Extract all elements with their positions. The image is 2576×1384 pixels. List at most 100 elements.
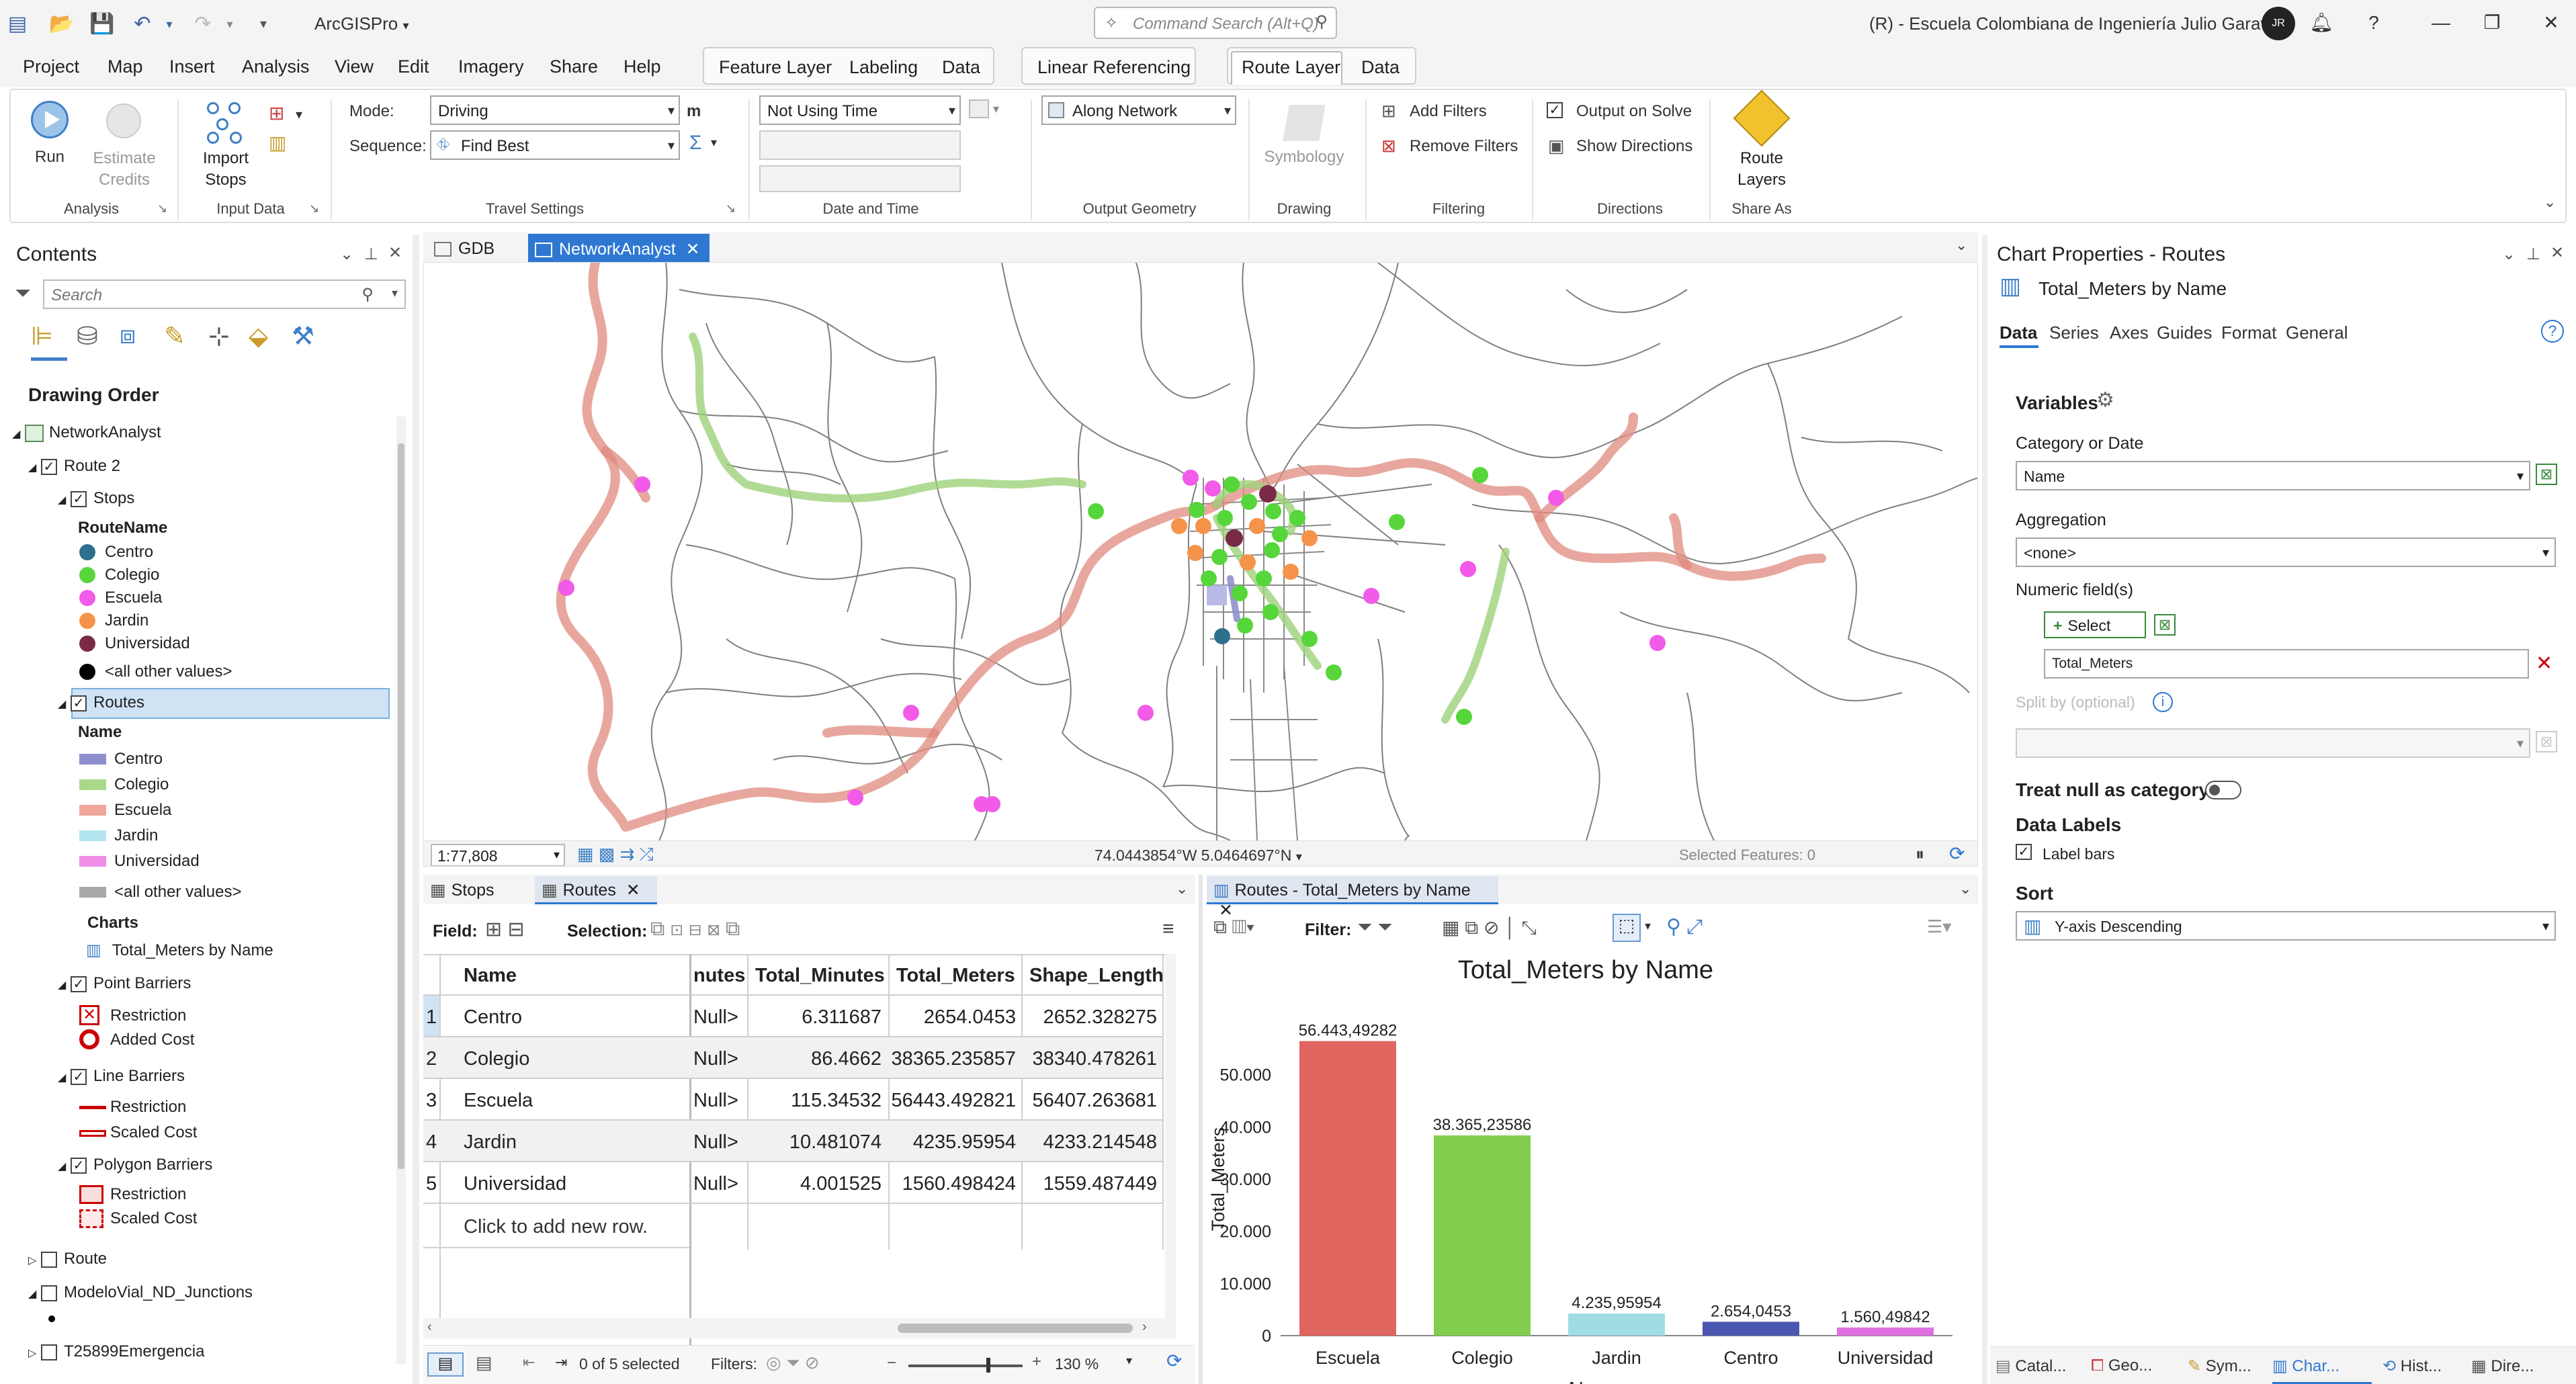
numeric-field-item[interactable]: Total_Meters (2044, 649, 2529, 679)
line-restriction-label[interactable]: Restriction (110, 1098, 186, 1117)
add-row-prompt[interactable]: Click to add new row. (464, 1216, 648, 1238)
remove-filters-button[interactable]: Remove Filters (1410, 137, 1518, 156)
field-calc-icon[interactable]: ▥ (269, 132, 286, 154)
tree-route2[interactable]: ◢ ✓ Route 2 (28, 457, 120, 476)
tab-linear-referencing[interactable]: Linear Referencing (1037, 57, 1191, 78)
clear-split-icon[interactable]: ⊠ (2536, 731, 2557, 752)
sort-select[interactable]: ▥ Y-axis Descending ▾ (2016, 911, 2556, 941)
table-cell[interactable]: 1560.498424 (890, 1173, 1016, 1195)
stop-label-colegio[interactable]: Colegio (105, 566, 159, 585)
table-cell[interactable]: Jardin (464, 1131, 517, 1154)
add-locations-dropdown-icon[interactable]: ▾ (296, 106, 302, 123)
table-cell[interactable]: Colegio (464, 1048, 529, 1070)
output-on-solve-label[interactable]: Output on Solve (1576, 102, 1692, 121)
scroll-left-icon[interactable]: ‹ (427, 1320, 432, 1335)
table-cell[interactable]: Universidad (464, 1173, 566, 1195)
route-label-jardin[interactable]: Jardin (114, 826, 158, 845)
time-select[interactable]: Not Using Time ▾ (759, 95, 961, 125)
list-by-perspective-icon[interactable]: ⚒ (292, 321, 314, 351)
label-bars-label[interactable]: Label bars (2043, 845, 2114, 863)
map-tabs-menu-icon[interactable]: ⌄ (1955, 236, 1967, 254)
table-cell[interactable]: Null> (693, 1173, 738, 1195)
contents-search-input[interactable]: Search ⚲ ▾ (43, 279, 406, 309)
tab-symbology[interactable]: ✎ Sym... (2188, 1356, 2251, 1376)
table-cell[interactable]: Null> (693, 1090, 738, 1112)
import-stops-icon[interactable] (203, 99, 250, 146)
tab-stops-table[interactable]: ▦ Stops (430, 880, 495, 900)
show-directions-button[interactable]: Show Directions (1576, 137, 1692, 156)
expand-icon[interactable]: ◢ (58, 980, 66, 991)
table-cell[interactable]: 6.311687 (748, 1006, 882, 1029)
category-select[interactable]: Name ▾ (2016, 461, 2530, 490)
tree-point-barriers[interactable]: ◢ ✓ Point Barriers (58, 974, 191, 993)
zoom-out-icon[interactable]: − (887, 1354, 896, 1373)
table-cell[interactable]: Null> (693, 1131, 738, 1154)
output-geometry-select[interactable]: Along Network ▾ (1041, 95, 1236, 125)
table-cell[interactable]: 4233.214548 (1023, 1131, 1157, 1154)
table-cell[interactable]: 4.001525 (748, 1173, 882, 1195)
contents-pane-menu-icon[interactable]: ⌄ (340, 245, 353, 264)
calendar-dropdown-icon[interactable]: ▾ (993, 102, 999, 116)
route-layers-icon[interactable] (1733, 89, 1791, 147)
props-tab-series[interactable]: Series (2049, 322, 2099, 343)
tab-networkanalyst[interactable]: NetworkAnalyst ✕ (528, 234, 710, 262)
gear-icon[interactable]: ⚙ (2096, 388, 2114, 412)
props-tab-format[interactable]: Format (2221, 322, 2276, 343)
filter-icon[interactable]: ⏷ (15, 282, 31, 305)
route-label-universidad[interactable]: Universidad (114, 852, 200, 871)
aggregation-select[interactable]: <none> ▾ (2016, 537, 2556, 567)
tab-labeling[interactable]: Labeling (849, 57, 918, 78)
table-cell[interactable]: 10.481074 (748, 1131, 882, 1154)
expand-icon[interactable]: ◢ (58, 699, 66, 710)
table-cell[interactable]: 115.34532 (748, 1090, 882, 1112)
tab-route-data[interactable]: Data (1361, 57, 1400, 78)
stop-label-centro[interactable]: Centro (105, 543, 153, 562)
col-header-name[interactable]: Name (464, 965, 517, 987)
table-cell[interactable]: Centro (464, 1006, 522, 1029)
first-record-icon[interactable]: ⇤ (523, 1354, 535, 1371)
redo-icon[interactable]: ↷ (188, 9, 218, 39)
undo-icon[interactable]: ↶ (128, 9, 157, 39)
zoom-level[interactable]: 130 % (1055, 1355, 1099, 1373)
close-tab-icon[interactable]: ✕ (686, 240, 700, 259)
expand-icon[interactable]: ◢ (58, 494, 66, 506)
tree-emergencia[interactable]: ▷ T25899Emergencia (28, 1342, 204, 1361)
calendar-icon[interactable] (969, 99, 989, 118)
tab-directions[interactable]: ▦ Dire... (2471, 1356, 2534, 1376)
select-tool-dropdown-icon[interactable]: ▾ (1645, 919, 1651, 933)
app-title[interactable]: ArcGISPro ▾ (314, 13, 409, 34)
col-header-minutes[interactable]: nutes (693, 965, 745, 987)
table-cell[interactable]: 2652.328275 (1023, 1006, 1157, 1029)
expand-icon[interactable]: ◢ (58, 1072, 66, 1084)
output-on-solve-checkbox[interactable]: ✓ (1547, 102, 1570, 118)
selection-tools-icons[interactable]: ⧉ ⊡ ⊟ ⊠ ⧉ (650, 918, 740, 941)
col-header-total-minutes[interactable]: Total_Minutes (755, 965, 885, 987)
menu-analysis[interactable]: Analysis (242, 56, 310, 77)
menu-help[interactable]: Help (624, 56, 661, 77)
table-vscrollbar[interactable] (1165, 954, 1176, 1330)
collapse-ribbon-icon[interactable]: ⌄ (2544, 193, 2556, 211)
props-tab-axes[interactable]: Axes (2110, 322, 2149, 343)
tab-feature-layer[interactable]: Feature Layer (719, 57, 832, 78)
menu-edit[interactable]: Edit (398, 56, 429, 77)
list-by-selection-icon[interactable]: ⧈ (120, 321, 136, 350)
expand-icon[interactable]: ◢ (28, 1289, 36, 1300)
split-by-select[interactable]: ▾ (2016, 728, 2530, 758)
chart-canvas[interactable]: Total_Meters by Name010.00020.00030.0004… (1207, 949, 1978, 1384)
tree-route[interactable]: ▷ Route (28, 1250, 107, 1268)
table-hscrollbar[interactable]: ‹ › (423, 1318, 1176, 1338)
map-nav-icons[interactable]: ▦ ▩ ⇉ ⤮ (577, 844, 653, 865)
table-cell[interactable]: 56443.492821 (890, 1090, 1016, 1112)
command-search-input[interactable]: ✧ Command Search (Alt+Q) ⚲ (1094, 7, 1337, 39)
table-cell[interactable]: 38365.235857 (890, 1048, 1016, 1070)
table-cell[interactable]: 4235.95954 (890, 1131, 1016, 1154)
table-cell[interactable]: 38340.478261 (1023, 1048, 1157, 1070)
list-by-snapping-icon[interactable]: ⊹ (208, 321, 230, 351)
route-label-other[interactable]: <all other values> (114, 883, 241, 902)
col-header-shape-length[interactable]: Shape_Length (1029, 965, 1164, 987)
show-selected-icon[interactable]: ▤ (476, 1352, 492, 1373)
app-icon[interactable]: ▤ (3, 9, 32, 39)
tree-line-barriers[interactable]: ◢ ✓ Line Barriers (58, 1067, 185, 1086)
add-filters-button[interactable]: Add Filters (1410, 102, 1487, 121)
input-data-launcher-icon[interactable]: ↘ (309, 202, 319, 216)
